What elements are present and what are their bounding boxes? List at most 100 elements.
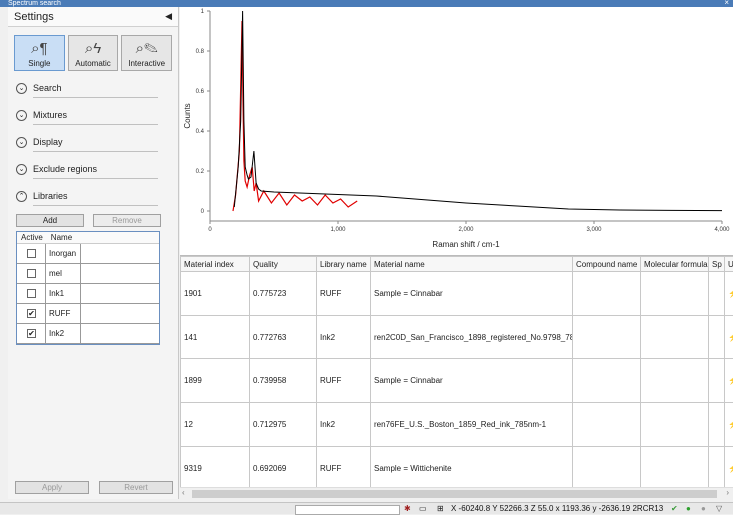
column-sp[interactable]: Sp [709, 257, 725, 272]
library-row[interactable]: Inorgan [17, 244, 159, 264]
column-active[interactable]: Active [17, 232, 47, 243]
y-tick-label: 0.4 [196, 129, 205, 135]
section-search[interactable]: ⌄ Search [8, 75, 178, 102]
single-mode-label: Single [28, 59, 50, 68]
scroll-left-icon[interactable]: ‹ [182, 488, 185, 497]
column-u[interactable]: U [725, 257, 733, 272]
single-search-icon: ⌕¶ [15, 39, 64, 59]
sp-cell [709, 403, 725, 447]
molecular-formula-cell [641, 272, 709, 316]
funnel-icon[interactable]: ▽ [716, 504, 722, 513]
settings-title: Settings [14, 11, 54, 23]
y-tick-label: 1 [201, 9, 205, 15]
x-tick-label: 3,000 [586, 227, 602, 233]
library-row[interactable]: Ink1 [17, 284, 159, 304]
status-bar: ✱ ▭ ⊞ X -60240.8 Y 52266.3 Z 55.0 x 1193… [0, 502, 733, 514]
column-material-index[interactable]: Material index [181, 257, 250, 272]
chevron-down-icon: ⌄ [16, 83, 27, 94]
table-row[interactable]: 18990.739958RUFFSample = Cinnabar⚡ [181, 359, 733, 403]
library-active-checkbox[interactable]: ✔ [27, 329, 36, 338]
automatic-search-icon: ⌕ϟ [69, 39, 118, 59]
library-name-cell: Ink2 [317, 403, 371, 447]
table-row[interactable]: 93190.692069RUFFSample = Wittichenite⚡ [181, 446, 733, 490]
close-icon[interactable]: × [724, 0, 729, 6]
u-cell: ⚡ [725, 446, 733, 490]
u-cell: ⚡ [725, 403, 733, 447]
interactive-mode-label: Interactive [128, 59, 165, 68]
y-tick-label: 0 [201, 209, 205, 215]
section-libraries[interactable]: ⌃ Libraries [8, 183, 178, 210]
molecular-formula-cell [641, 403, 709, 447]
reference-spectrum-line [234, 11, 722, 211]
window-title: Spectrum search [8, 0, 61, 7]
column-library-name[interactable]: Library name [317, 257, 371, 272]
filter-icon[interactable]: ✱ [404, 504, 411, 513]
compound-name-cell [573, 272, 641, 316]
results-table: Material index Quality Library name Mate… [180, 256, 733, 490]
u-cell: ⚡ [725, 359, 733, 403]
table-row[interactable]: 19010.775723RUFFSample = Cinnabar⚡ [181, 272, 733, 316]
section-exclude-regions[interactable]: ⌄ Exclude regions [8, 156, 178, 183]
column-quality[interactable]: Quality [250, 257, 317, 272]
collapse-panel-icon[interactable]: ◀ [165, 11, 172, 22]
single-mode-button[interactable]: ⌕¶ Single [14, 35, 65, 71]
sp-cell [709, 359, 725, 403]
material-name-cell: ren2C0D_San_Francisco_1898_registered_No… [371, 315, 573, 359]
library-name-cell: mel [46, 264, 81, 284]
chevron-up-icon: ⌃ [16, 191, 27, 202]
y-tick-label: 0.6 [196, 89, 205, 95]
scrollbar-thumb[interactable] [192, 490, 717, 498]
spectrum-chart[interactable]: 00.20.40.60.8101,0002,0003,0004,000Raman… [180, 7, 733, 255]
library-name-cell: Ink2 [46, 324, 81, 344]
material-name-cell: Sample = Cinnabar [371, 359, 573, 403]
material-name-cell: ren76FE_U.S._Boston_1859_Red_ink_785nm-1 [371, 403, 573, 447]
x-tick-label: 0 [208, 227, 212, 233]
section-display-label: Display [33, 137, 63, 147]
library-row[interactable]: ✔ Ink2 [17, 324, 159, 344]
section-mixtures[interactable]: ⌄ Mixtures [8, 102, 178, 129]
remove-library-button[interactable]: Remove [93, 214, 161, 227]
window-icon[interactable]: ▭ [419, 504, 427, 513]
library-active-checkbox[interactable]: ✔ [27, 309, 36, 318]
library-row[interactable]: ✔RUFF [17, 304, 159, 324]
spectrum-plot[interactable]: 00.20.40.60.8101,0002,0003,0004,000Raman… [180, 7, 733, 255]
quality-cell: 0.739958 [250, 359, 317, 403]
scroll-right-icon[interactable]: › [726, 488, 729, 497]
column-molecular-formula[interactable]: Molecular formula [641, 257, 709, 272]
chevron-down-icon: ⌄ [16, 137, 27, 148]
settings-panel: Settings ◀ ⌕¶ Single ⌕ϟ Automatic ⌕✎ Int… [8, 7, 179, 499]
material-index-cell: 1899 [181, 359, 250, 403]
library-active-cell [17, 284, 46, 304]
quality-cell: 0.692069 [250, 446, 317, 490]
column-compound-name[interactable]: Compound name [573, 257, 641, 272]
interactive-mode-button[interactable]: ⌕✎ Interactive [121, 35, 172, 71]
table-row[interactable]: 1410.772763Ink2ren2C0D_San_Francisco_189… [181, 315, 733, 359]
section-display[interactable]: ⌄ Display [8, 129, 178, 156]
ok-icon[interactable]: ✔ [671, 504, 678, 513]
table-row[interactable]: 120.712975Ink2ren76FE_U.S._Boston_1859_R… [181, 403, 733, 447]
horizontal-scrollbar[interactable]: ‹ › [180, 487, 733, 499]
library-name-cell: RUFF [317, 446, 371, 490]
apply-button[interactable]: Apply [15, 481, 89, 494]
library-active-cell [17, 244, 46, 264]
add-library-button[interactable]: Add [16, 214, 84, 227]
library-active-cell: ✔ [17, 324, 46, 344]
quality-cell: 0.712975 [250, 403, 317, 447]
library-active-checkbox[interactable] [27, 249, 36, 258]
material-index-cell: 12 [181, 403, 250, 447]
library-name-cell: Ink2 [317, 315, 371, 359]
quality-cell: 0.772763 [250, 315, 317, 359]
compound-name-cell [573, 315, 641, 359]
revert-button[interactable]: Revert [99, 481, 173, 494]
section-exclude-regions-label: Exclude regions [33, 164, 97, 174]
column-name[interactable]: Name [47, 232, 76, 243]
library-active-checkbox[interactable] [27, 289, 36, 298]
results-panel: Material index Quality Library name Mate… [180, 255, 733, 499]
library-row[interactable]: mel [17, 264, 159, 284]
x-tick-label: 1,000 [330, 227, 346, 233]
automatic-mode-button[interactable]: ⌕ϟ Automatic [68, 35, 119, 71]
column-material-name[interactable]: Material name [371, 257, 573, 272]
grid-icon[interactable]: ⊞ [437, 504, 444, 513]
library-active-checkbox[interactable] [27, 269, 36, 278]
chevron-down-icon: ⌄ [16, 110, 27, 121]
